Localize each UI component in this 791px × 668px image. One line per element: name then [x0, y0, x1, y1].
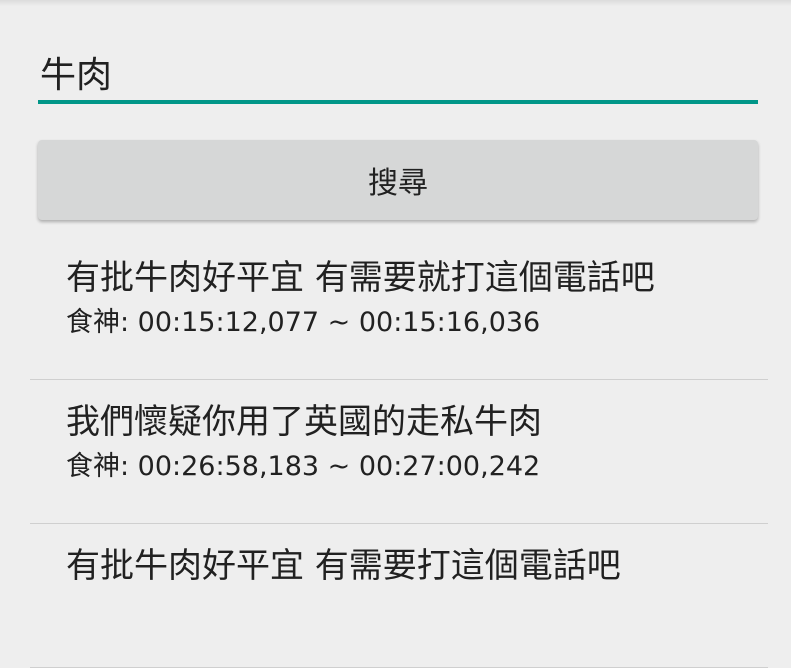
list-item[interactable]: 有批牛肉好平宜 有需要就打這個電話吧 食神: 00:15:12,077 ~ 00… — [30, 236, 768, 380]
search-button[interactable]: 搜尋 — [38, 140, 758, 220]
list-item[interactable]: 有批牛肉好平宜 有需要打這個電話吧 — [30, 524, 768, 668]
result-text: 有批牛肉好平宜 有需要就打這個電話吧 — [66, 258, 655, 298]
search-field-container — [38, 44, 758, 110]
status-bar-shadow — [0, 0, 791, 6]
results-list: 有批牛肉好平宜 有需要就打這個電話吧 食神: 00:15:12,077 ~ 00… — [30, 236, 768, 668]
search-input[interactable] — [38, 44, 758, 104]
list-item[interactable]: 我們懷疑你用了英國的走私牛肉 食神: 00:26:58,183 ~ 00:27:… — [30, 380, 768, 524]
result-text: 有批牛肉好平宜 有需要打這個電話吧 — [66, 546, 621, 586]
result-timestamp: 食神: 00:26:58,183 ~ 00:27:00,242 — [66, 451, 541, 482]
result-text: 我們懷疑你用了英國的走私牛肉 — [66, 402, 542, 442]
result-timestamp: 食神: 00:15:12,077 ~ 00:15:16,036 — [66, 307, 541, 338]
